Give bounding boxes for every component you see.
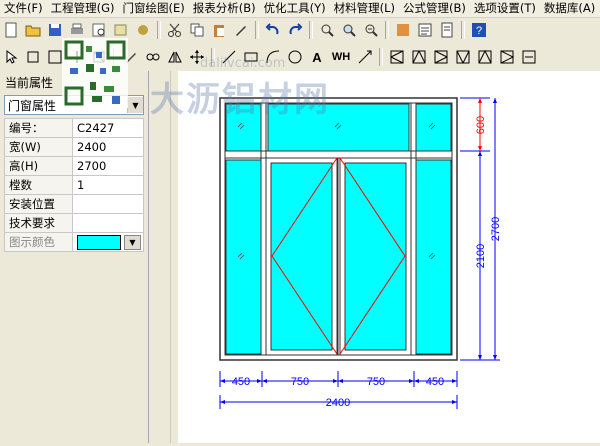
property-row: 编号： C2427 [4,118,144,138]
dimension-icon[interactable] [355,47,375,67]
open-both-icon[interactable] [497,47,517,67]
cut-icon[interactable] [165,20,185,40]
pen-icon[interactable] [231,20,251,40]
window-drawing: 450 750 750 450 2400 600 2100 2700 [219,97,502,409]
export-icon[interactable] [111,20,131,40]
save-icon[interactable] [45,20,65,40]
menu-drawing[interactable]: 门窗绘图(E) [118,0,188,17]
window-frame [219,97,458,361]
open-down-icon[interactable] [453,47,473,67]
toolbar-separator [157,21,161,39]
menu-bar: 文件(F) 工程管理(G) 门窗绘图(E) 报表分析(B) 优化工具(Y) 材料… [0,0,600,18]
property-row: 樘数 1 [4,175,144,195]
toolbar-separator [255,21,259,39]
glass-pane [344,162,407,351]
link-icon[interactable] [143,47,163,67]
property-row: 图示颜色 ▼ [4,232,144,252]
document-icon[interactable] [437,20,457,40]
toolbar-separator [461,21,465,39]
property-label: 编号： [4,118,73,138]
property-value-install-position[interactable] [72,194,144,214]
paste-icon[interactable] [209,20,229,40]
report-icon[interactable] [415,20,435,40]
zoom-in-icon[interactable] [317,20,337,40]
menu-material[interactable]: 材料管理(L) [330,0,399,17]
dim-width-2: 750 [291,376,309,388]
property-label: 宽(W) [4,137,73,157]
property-row: 安装位置 [4,194,144,214]
glass-pane [270,162,333,351]
circle-icon[interactable] [285,47,305,67]
property-value-count[interactable]: 1 [72,175,144,195]
undo-icon[interactable] [263,20,283,40]
dim-width-1: 450 [232,376,250,388]
rectangle-select-icon[interactable] [23,47,43,67]
open-right-icon[interactable] [431,47,451,67]
open-up-icon[interactable] [409,47,429,67]
glass-pane [225,159,262,355]
watermark-url: dalilvcai.com [200,56,286,71]
text-tool-icon[interactable]: A [307,47,327,67]
copy-icon[interactable] [187,20,207,40]
help-icon[interactable]: ? [469,20,489,40]
chevron-down-icon[interactable]: ▼ [124,234,141,250]
material-icon[interactable] [393,20,413,40]
toolbar-separator [309,21,313,39]
glass-pane [415,103,452,152]
property-row: 宽(W) 2400 [4,137,144,157]
menu-report[interactable]: 报表分析(B) [189,0,260,17]
open-folder-icon[interactable] [23,20,43,40]
dim-total-width: 2400 [326,397,350,409]
mirror-icon[interactable] [165,47,185,67]
properties-panel: 当前属性 门窗属性 ▼ 编号： C2427 宽(W) 2400 高(H) 270… [0,71,149,443]
new-file-icon[interactable] [1,20,21,40]
redo-icon[interactable] [285,20,305,40]
drawing-canvas[interactable]: 450 750 750 450 2400 600 2100 2700 [178,71,600,443]
open-left-icon[interactable] [387,47,407,67]
menu-file[interactable]: 文件(F) [0,0,47,17]
chevron-down-icon[interactable]: ▼ [127,97,143,113]
toolbar-separator [379,48,383,66]
panel-title: 当前属性 [5,76,54,90]
property-label: 图示颜色 [4,232,73,252]
property-label: 高(H) [4,156,73,176]
dim-width-3: 750 [367,376,385,388]
zoom-out-icon[interactable] [361,20,381,40]
menu-optimize[interactable]: 优化工具(Y) [260,0,330,17]
property-value-code[interactable]: C2427 [72,118,144,138]
menu-database[interactable]: 数据库(A) [540,0,599,17]
wh-tool-icon[interactable]: WH [329,47,353,67]
property-label: 安装位置 [4,194,73,214]
color-swatch [77,234,121,250]
print-icon[interactable] [67,20,87,40]
property-label: 技术要求 [4,213,73,233]
dim-total-height: 2700 [490,217,502,241]
toolbar-separator [385,21,389,39]
preview-icon[interactable] [89,20,109,40]
qr-code-watermark [62,38,128,108]
property-row: 高(H) 2700 [4,156,144,176]
open-tilt-icon[interactable] [475,47,495,67]
property-label: 樘数 [4,175,73,195]
settings-icon[interactable] [133,20,153,40]
menu-project[interactable]: 工程管理(G) [47,0,119,17]
menu-options[interactable]: 选项设置(T) [470,0,540,17]
dim-width-4: 450 [426,376,444,388]
open-slide-icon[interactable] [519,47,539,67]
property-value-height[interactable]: 2700 [72,156,144,176]
property-grid: 编号： C2427 宽(W) 2400 高(H) 2700 樘数 1 安装位置 … [4,118,144,252]
watermark-text: 大沥铝材网 [150,80,330,120]
property-row: 技术要求 [4,213,144,233]
property-value-tech-requirements[interactable] [72,213,144,233]
zoom-fit-icon[interactable] [339,20,359,40]
property-value-width[interactable]: 2400 [72,137,144,157]
color-select[interactable]: ▼ [72,232,144,252]
svg-text:?: ? [476,25,482,37]
transom [225,150,452,159]
pointer-icon[interactable] [1,47,21,67]
menu-formula[interactable]: 公式管理(B) [399,0,470,17]
dim-height-bottom: 2100 [475,244,487,268]
dim-height-top: 600 [475,116,487,134]
